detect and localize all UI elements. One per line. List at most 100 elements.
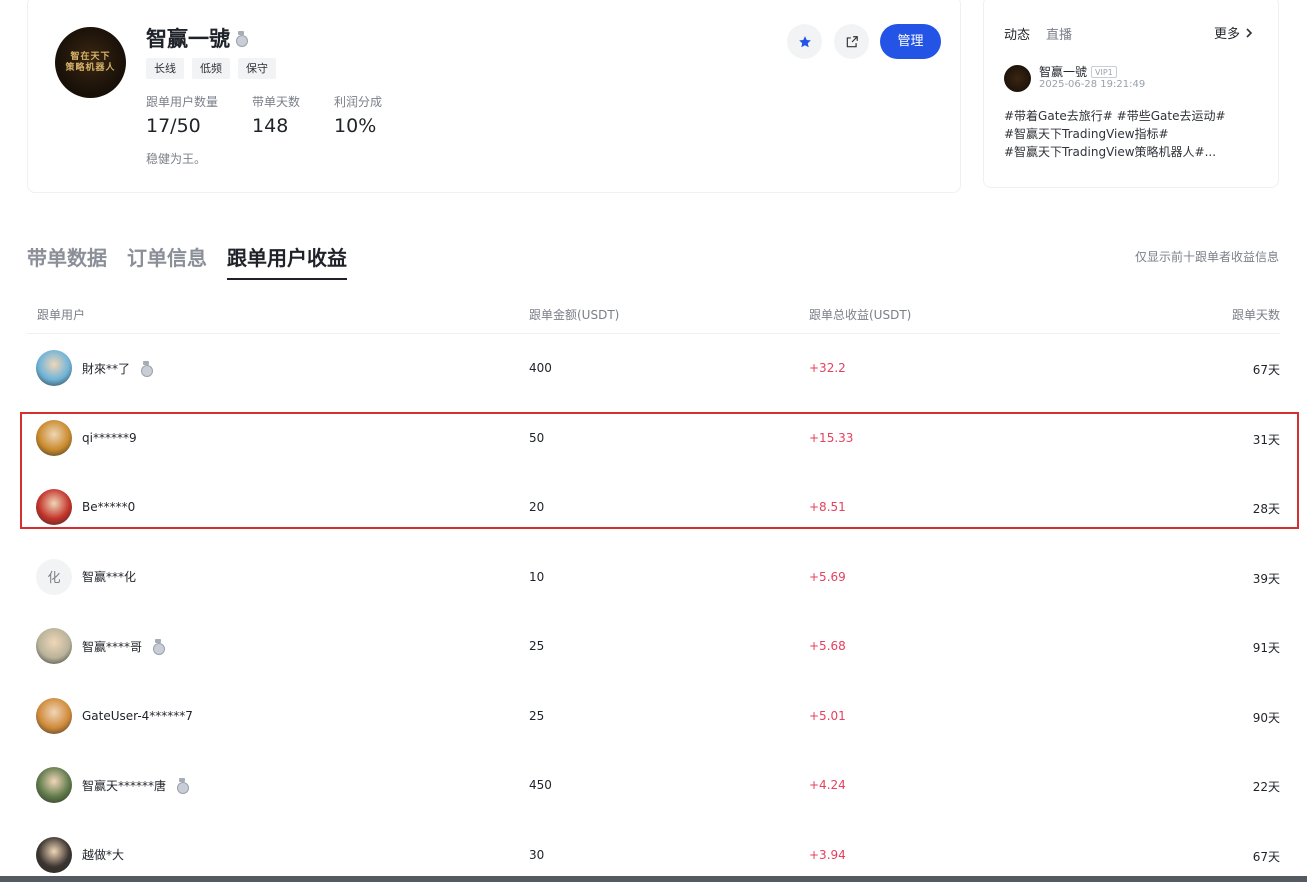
header-user: 跟单用户 bbox=[37, 308, 86, 322]
stat-label: 跟单用户数量 bbox=[146, 95, 219, 109]
follow-profit: +5.69 bbox=[809, 569, 846, 584]
favorite-button[interactable] bbox=[787, 24, 822, 59]
stat-value: 17/50 bbox=[146, 115, 201, 137]
feed-line: #带着Gate去旅行# #带些Gate去运动# bbox=[1004, 109, 1226, 123]
feed-username-text: 智赢一號 bbox=[1039, 65, 1088, 79]
follower-avatar bbox=[36, 836, 72, 873]
medal-icon bbox=[140, 360, 154, 377]
follower-user[interactable]: 越做*大 bbox=[36, 836, 125, 873]
follower-user[interactable]: 智赢天******唐 bbox=[36, 767, 190, 803]
follow-days: 91天 bbox=[1252, 641, 1280, 655]
follow-amount: 400 bbox=[529, 361, 552, 375]
follow-amount: 450 bbox=[529, 778, 552, 792]
follow-days: 67天 bbox=[1252, 363, 1280, 377]
feed-line: #智赢天下TradingView策略机器人#... bbox=[1004, 145, 1217, 159]
medal-icon bbox=[152, 638, 166, 655]
follower-name: 越做*大 bbox=[82, 848, 125, 862]
table-header: 跟单用户 跟单金额(USDT) 跟单总收益(USDT) 跟单天数 bbox=[27, 296, 1280, 334]
trader-stats: 跟单用户数量 17/50 带单天数 148 利润分成 10% bbox=[146, 93, 416, 137]
bottom-scrollbar bbox=[0, 876, 1307, 882]
tab-posts[interactable]: 动态 bbox=[1004, 24, 1030, 43]
tab-follower-profit[interactable]: 跟单用户收益 bbox=[227, 242, 347, 280]
avatar-logo-line2: 策略机器人 bbox=[65, 62, 116, 73]
follow-profit: +3.94 bbox=[809, 847, 846, 862]
follower-user[interactable]: 財來**了 bbox=[36, 350, 154, 386]
trader-motto: 稳健为王。 bbox=[146, 152, 207, 166]
medal-icon bbox=[235, 30, 248, 47]
avatar-logo-line1: 智在天下 bbox=[70, 51, 111, 62]
follow-amount: 25 bbox=[529, 708, 545, 723]
follower-name: 智赢***化 bbox=[82, 570, 137, 584]
feed-username[interactable]: 智赢一號 VIP1 bbox=[1039, 63, 1117, 80]
table-row[interactable]: 化智赢***化 10 +5.69 39天 bbox=[27, 542, 1280, 611]
stat-days: 带单天数 148 bbox=[252, 93, 300, 137]
follower-name: 財來**了 bbox=[82, 361, 131, 376]
follower-name: 智赢天******唐 bbox=[82, 778, 167, 793]
tag-long-term: 长线 bbox=[146, 58, 184, 79]
follow-amount: 25 bbox=[529, 639, 545, 653]
tab-lead-data[interactable]: 带单数据 bbox=[27, 242, 107, 280]
header-amount: 跟单金额(USDT) bbox=[529, 308, 620, 322]
follower-avatar bbox=[36, 350, 72, 386]
follower-avatar: 化 bbox=[36, 558, 72, 595]
stat-label: 带单天数 bbox=[252, 95, 301, 109]
stat-label: 利润分成 bbox=[334, 95, 383, 109]
table-row[interactable]: GateUser-4******7 25 +5.01 90天 bbox=[27, 681, 1280, 750]
more-link[interactable]: 更多 bbox=[1214, 23, 1254, 42]
trader-avatar: 智在天下 策略机器人 bbox=[55, 27, 126, 98]
follow-days: 22天 bbox=[1252, 780, 1280, 794]
share-button[interactable] bbox=[834, 24, 869, 59]
feed-tabs: 动态 直播 bbox=[1004, 24, 1072, 43]
tag-low-frequency: 低频 bbox=[192, 58, 230, 79]
feed-avatar bbox=[1004, 65, 1031, 92]
follow-profit: +5.68 bbox=[809, 639, 846, 653]
top-ten-note: 仅显示前十跟单者收益信息 bbox=[1134, 250, 1279, 264]
feed-card: 动态 直播 更多 智赢一號 VIP1 2025-06-28 19:21:49 #… bbox=[983, 0, 1279, 188]
follow-days: 67天 bbox=[1252, 849, 1280, 864]
follower-avatar bbox=[36, 628, 72, 664]
follow-profit: +5.01 bbox=[809, 708, 846, 723]
trader-name: 智赢一號 bbox=[146, 23, 248, 53]
follower-name: 智赢****哥 bbox=[82, 639, 143, 654]
follow-amount: 10 bbox=[529, 569, 545, 584]
follower-avatar bbox=[36, 697, 72, 734]
stat-value: 10% bbox=[334, 115, 377, 137]
table-row[interactable]: 智赢****哥 25 +5.68 91天 bbox=[27, 611, 1280, 680]
follower-user[interactable]: 化智赢***化 bbox=[36, 558, 137, 595]
tag-conservative: 保守 bbox=[238, 58, 276, 79]
vip-badge: VIP1 bbox=[1091, 65, 1117, 78]
medal-icon bbox=[176, 777, 190, 794]
strategy-tags: 长线 低频 保守 bbox=[146, 58, 276, 79]
table-row[interactable]: 智赢天******唐 450 +4.24 22天 bbox=[27, 750, 1280, 819]
stat-followers: 跟单用户数量 17/50 bbox=[146, 93, 218, 137]
header-profit: 跟单总收益(USDT) bbox=[809, 308, 912, 322]
feed-post-text[interactable]: #带着Gate去旅行# #带些Gate去运动# #智赢天下TradingView… bbox=[1004, 107, 1264, 161]
follower-user[interactable]: 智赢****哥 bbox=[36, 628, 166, 664]
stat-profit-share: 利润分成 10% bbox=[334, 93, 382, 137]
trader-profile-card: 智在天下 策略机器人 智赢一號 长线 低频 保守 跟单用户数量 17/50 带单… bbox=[27, 0, 961, 193]
table-row[interactable]: 財來**了 400 +32.2 67天 bbox=[27, 333, 1280, 402]
trader-name-text: 智赢一號 bbox=[146, 27, 230, 51]
header-days: 跟单天数 bbox=[1231, 308, 1280, 322]
stat-value: 148 bbox=[252, 115, 289, 137]
table-row[interactable]: 越做*大 30 +3.94 67天 bbox=[27, 820, 1280, 882]
follow-days: 90天 bbox=[1252, 710, 1280, 725]
more-label: 更多 bbox=[1213, 27, 1240, 42]
share-icon bbox=[846, 35, 858, 47]
feed-timestamp: 2025-06-28 19:21:49 bbox=[1039, 79, 1146, 90]
star-icon bbox=[798, 35, 811, 47]
chevron-right-icon bbox=[1246, 27, 1253, 38]
follow-profit: +4.24 bbox=[809, 778, 846, 792]
tab-order-info[interactable]: 订单信息 bbox=[127, 242, 207, 280]
follower-avatar bbox=[36, 767, 72, 803]
follower-user[interactable]: GateUser-4******7 bbox=[36, 697, 193, 734]
follow-profit: +32.2 bbox=[809, 361, 846, 375]
manage-button[interactable]: 管理 bbox=[880, 24, 941, 59]
data-tabs: 带单数据 订单信息 跟单用户收益 bbox=[27, 242, 347, 280]
highlight-annotation bbox=[20, 412, 1299, 529]
follow-amount: 30 bbox=[529, 847, 545, 862]
feed-line: #智赢天下TradingView指标# bbox=[1004, 127, 1169, 141]
tab-live[interactable]: 直播 bbox=[1046, 24, 1072, 43]
follow-days: 39天 bbox=[1252, 571, 1280, 586]
follower-name: GateUser-4******7 bbox=[82, 708, 193, 723]
